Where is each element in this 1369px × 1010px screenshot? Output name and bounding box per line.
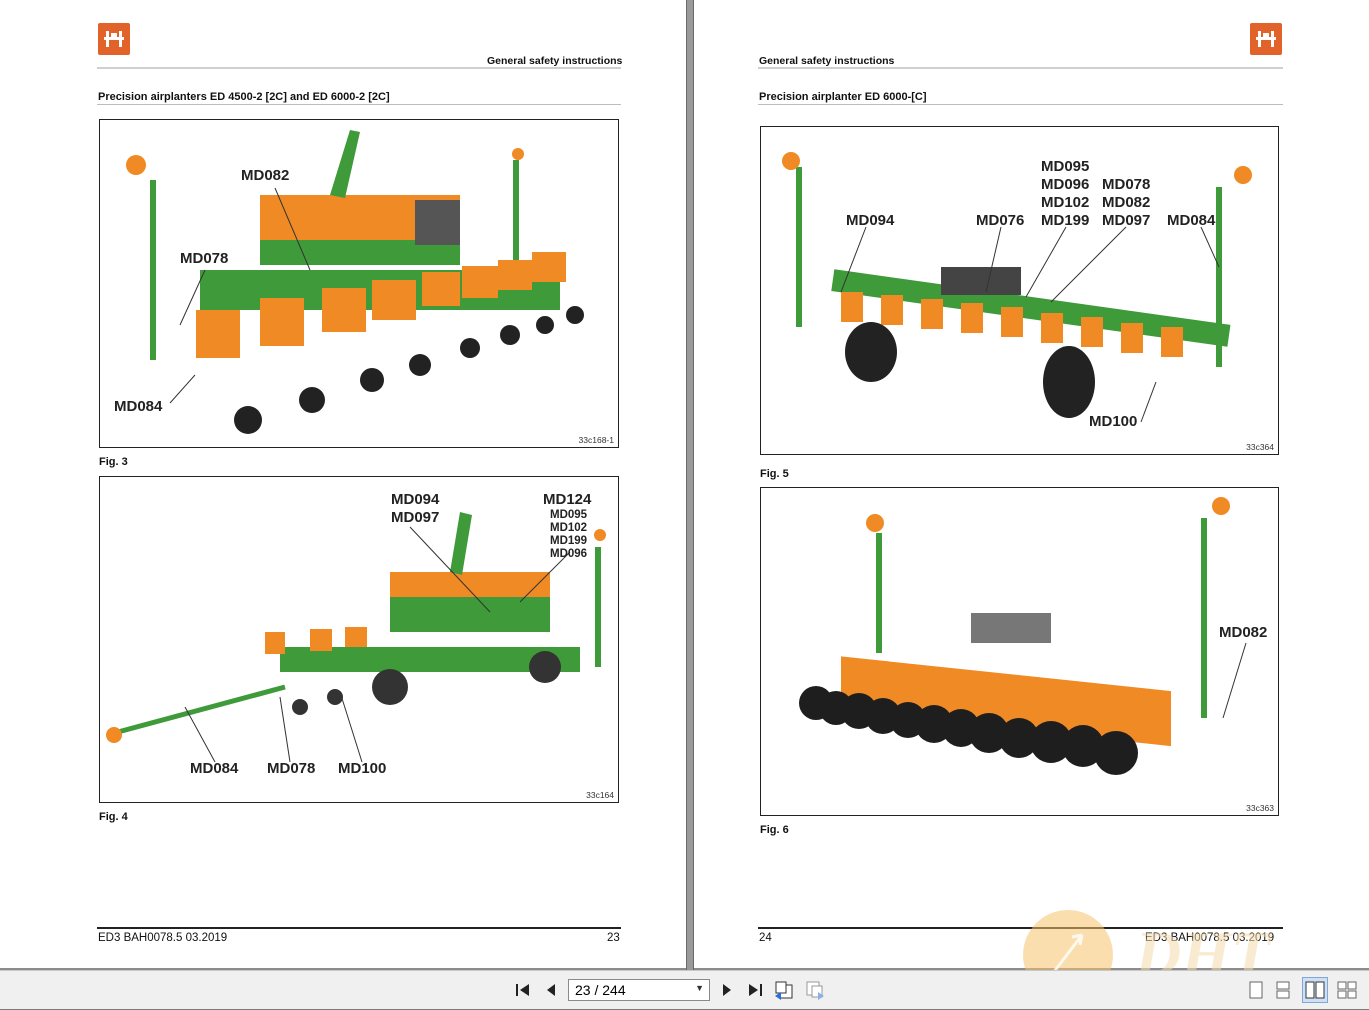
figure-4: MD094 MD097 MD124 MD095 MD102 MD199 MD09… xyxy=(99,476,619,803)
single-page-view-icon[interactable] xyxy=(1245,977,1267,1003)
callout-label: MD097 xyxy=(1102,212,1151,229)
amazone-logo-icon xyxy=(98,23,130,55)
callout-label: MD094 xyxy=(391,491,440,508)
figure-3: MD082 MD078 MD084 33c168-1 xyxy=(99,119,619,448)
last-page-icon[interactable] xyxy=(744,977,766,1003)
page-number: 23 xyxy=(607,932,620,944)
footer-doc-id: ED3 BAH0078.5 03.2019 xyxy=(1145,932,1275,944)
figure-caption: Fig. 6 xyxy=(760,824,789,836)
callout-label: MD096 xyxy=(1041,176,1090,193)
section-title: Precision airplanter ED 6000-[C] xyxy=(759,91,927,103)
document-viewport[interactable]: General safety instructions Precision ai… xyxy=(0,0,1369,970)
page-indicator-text: 23 / 244 xyxy=(575,982,626,998)
callout-label: MD078 xyxy=(1102,176,1151,193)
callout-label: MD078 xyxy=(267,760,316,777)
page-gutter xyxy=(686,0,694,970)
footer-rule xyxy=(97,927,621,929)
header-rule xyxy=(97,67,621,69)
page-23: General safety instructions Precision ai… xyxy=(0,0,686,968)
figure-code: 33c363 xyxy=(1246,803,1274,813)
planter-illustration-fig6 xyxy=(799,497,1247,775)
callout-label: MD084 xyxy=(190,760,239,777)
callout-label: MD076 xyxy=(976,212,1025,229)
first-page-icon[interactable] xyxy=(512,977,534,1003)
callout-label: MD095 xyxy=(550,509,588,521)
figure-5: MD095 MD096 MD078 MD102 MD082 MD094 MD07… xyxy=(760,126,1279,455)
figure-code: 33c168-1 xyxy=(578,435,614,445)
page-24: General safety instructions Precision ai… xyxy=(694,0,1369,968)
section-rule xyxy=(97,104,621,105)
footer-doc-id: ED3 BAH0078.5 03.2019 xyxy=(98,932,228,944)
section-title: Precision airplanters ED 4500-2 [2C] and… xyxy=(98,91,390,103)
chevron-down-icon[interactable]: ▼ xyxy=(695,983,704,993)
callout-label: MD199 xyxy=(1041,212,1090,229)
amazone-logo-icon xyxy=(1250,23,1282,55)
section-rule xyxy=(758,104,1283,105)
callout-label: MD078 xyxy=(180,250,229,267)
two-page-continuous-view-icon[interactable] xyxy=(1334,977,1360,1003)
callout-label: MD102 xyxy=(550,522,588,534)
callout-label: MD084 xyxy=(114,398,163,415)
previous-page-icon[interactable] xyxy=(540,977,562,1003)
go-back-view-icon[interactable] xyxy=(772,977,796,1003)
callout-label: MD095 xyxy=(1041,158,1090,175)
go-forward-view-icon[interactable] xyxy=(803,977,827,1003)
callout-label: MD082 xyxy=(241,167,290,184)
figure-6: MD082 33c363 xyxy=(760,487,1279,816)
callout-label: MD082 xyxy=(1102,194,1151,211)
running-header: General safety instructions xyxy=(759,55,895,67)
running-header: General safety instructions xyxy=(487,55,623,67)
planter-illustration-fig4 xyxy=(106,512,606,763)
callout-label: MD094 xyxy=(846,212,895,229)
callout-label: MD082 xyxy=(1219,624,1268,641)
callout-label: MD084 xyxy=(1167,212,1216,229)
callout-label: MD102 xyxy=(1041,194,1090,211)
callout-label: MD124 xyxy=(543,491,592,508)
next-page-icon[interactable] xyxy=(716,977,738,1003)
planter-illustration-fig5 xyxy=(782,152,1252,423)
callout-label: MD100 xyxy=(338,760,387,777)
continuous-view-icon[interactable] xyxy=(1272,977,1294,1003)
callout-label: MD096 xyxy=(550,548,588,560)
callout-label: MD100 xyxy=(1089,413,1138,430)
figure-caption: Fig. 4 xyxy=(99,811,128,823)
header-rule xyxy=(758,67,1283,69)
callout-label: MD199 xyxy=(550,535,588,547)
footer-rule xyxy=(758,927,1283,929)
figure-caption: Fig. 5 xyxy=(760,468,789,480)
page-number-input[interactable]: 23 / 244 ▼ xyxy=(568,979,710,1001)
planter-illustration-fig3 xyxy=(126,130,584,434)
two-page-view-icon[interactable] xyxy=(1302,977,1328,1003)
figure-caption: Fig. 3 xyxy=(99,456,128,468)
figure-code: 33c164 xyxy=(586,790,614,800)
page-number: 24 xyxy=(759,932,772,944)
callout-label: MD097 xyxy=(391,509,440,526)
figure-code: 33c364 xyxy=(1246,442,1274,452)
